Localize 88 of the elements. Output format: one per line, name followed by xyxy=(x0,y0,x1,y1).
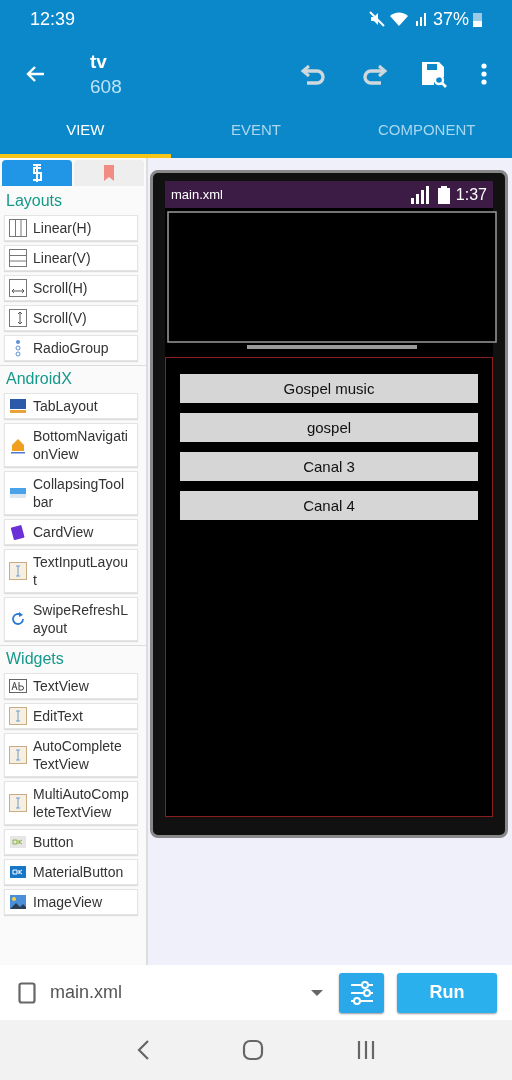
settings-button[interactable] xyxy=(339,972,384,1013)
wifi-icon xyxy=(388,11,411,27)
preview-button[interactable]: Canal 3 xyxy=(180,452,478,481)
mute-icon xyxy=(368,11,385,27)
palette-item[interactable]: AutoCompleteTextView xyxy=(4,733,138,777)
battery-percent: 37% xyxy=(432,8,469,30)
bookmark-icon xyxy=(103,165,115,181)
status-time: 12:39 xyxy=(30,8,76,30)
palette-item[interactable]: Scroll(V) xyxy=(4,305,138,331)
palette-item[interactable]: TextInputLayout xyxy=(4,549,138,593)
item-label: ImageView xyxy=(33,893,102,911)
item-label: Scroll(V) xyxy=(33,309,87,327)
item-label: CollapsingToolbar xyxy=(33,475,126,511)
item-label: SwipeRefreshLayout xyxy=(33,601,129,637)
item-label: AutoCompleteTextView xyxy=(33,737,123,773)
vertical-scroll-icon xyxy=(9,309,27,327)
redo-icon[interactable] xyxy=(360,62,388,86)
more-icon[interactable] xyxy=(480,62,488,86)
section-heading: Widgets xyxy=(5,649,65,669)
item-label: TextView xyxy=(33,677,89,695)
palette-item[interactable]: ImageView xyxy=(4,889,138,915)
back-icon[interactable] xyxy=(136,1039,150,1061)
preview-file-name: main.xml xyxy=(171,187,223,202)
palette-item[interactable]: MaterialButton xyxy=(4,859,138,885)
battery-icon xyxy=(437,185,450,204)
palette-item[interactable]: Linear(H) xyxy=(4,215,138,241)
item-label: Linear(H) xyxy=(33,219,92,237)
item-label: MaterialButton xyxy=(33,863,124,881)
palette-tab[interactable] xyxy=(74,160,144,186)
preview-time: 1:37 xyxy=(455,185,487,204)
house-icon xyxy=(9,436,27,454)
recents-icon[interactable] xyxy=(356,1040,376,1060)
dropdown-icon xyxy=(311,989,323,996)
item-label: EditText xyxy=(33,707,83,725)
palette-item[interactable]: CardView xyxy=(4,519,138,545)
file-icon xyxy=(18,981,36,1004)
home-icon[interactable] xyxy=(242,1039,264,1061)
rows-icon xyxy=(9,249,27,267)
palette-item[interactable]: RadioGroup xyxy=(4,335,138,361)
item-label: BottomNavigationView xyxy=(33,427,129,463)
undo-icon[interactable] xyxy=(300,62,328,86)
palette-item[interactable]: BottomNavigationView xyxy=(4,423,138,467)
battery-icon xyxy=(473,11,482,27)
palette-item[interactable]: MultiAutoCompleteTextView xyxy=(4,781,138,825)
image-icon xyxy=(9,893,27,911)
widgets-icon xyxy=(31,164,43,182)
item-label: CardView xyxy=(33,523,94,541)
section-heading: AndroidX xyxy=(5,369,73,389)
section-heading: Layouts xyxy=(5,191,64,211)
file-name: main.xml xyxy=(50,982,122,1003)
text-cursor-icon xyxy=(9,707,27,725)
columns-icon xyxy=(9,219,27,237)
card-icon xyxy=(9,523,27,541)
item-label: MultiAutoCompleteTextView xyxy=(33,785,129,821)
item-label: Scroll(H) xyxy=(33,279,88,297)
signal-icon xyxy=(414,11,429,27)
button-icon xyxy=(9,863,27,881)
item-label: TextInputLayout xyxy=(33,553,129,589)
text-cursor-icon xyxy=(9,746,27,764)
text-cursor-icon xyxy=(9,794,27,812)
preview-button[interactable]: gospel xyxy=(180,413,478,442)
save-icon[interactable] xyxy=(420,60,448,88)
palette-item[interactable]: EditText xyxy=(4,703,138,729)
text-cursor-icon xyxy=(9,562,27,580)
palette-item[interactable]: Scroll(H) xyxy=(4,275,138,301)
item-label: Linear(V) xyxy=(33,249,91,267)
palette-tab[interactable] xyxy=(2,160,72,186)
refresh-icon xyxy=(9,610,27,628)
palette-item[interactable]: TabLayout xyxy=(4,393,138,419)
sliders-icon xyxy=(348,980,375,1005)
project-title: tv xyxy=(90,50,108,73)
item-label: TabLayout xyxy=(33,397,98,415)
text-label-icon xyxy=(9,677,27,695)
preview-button[interactable]: Gospel music xyxy=(180,374,478,403)
palette-item[interactable]: CollapsingToolbar xyxy=(4,471,138,515)
palette-item[interactable]: Linear(V) xyxy=(4,245,138,271)
item-label: Button xyxy=(33,833,74,851)
signal-icon xyxy=(409,185,432,204)
item-label: RadioGroup xyxy=(33,339,109,357)
file-dropdown[interactable]: main.xml xyxy=(50,982,339,1003)
preview-button[interactable]: Canal 4 xyxy=(180,491,478,520)
project-id: 608 xyxy=(90,75,123,98)
button-icon xyxy=(9,833,27,851)
palette-item[interactable]: TextView xyxy=(4,673,138,699)
horizontal-scroll-icon xyxy=(9,279,27,297)
tab-strip-icon xyxy=(9,397,27,415)
palette-item[interactable]: Button xyxy=(4,829,138,855)
palette-item[interactable]: SwipeRefreshLayout xyxy=(4,597,138,641)
